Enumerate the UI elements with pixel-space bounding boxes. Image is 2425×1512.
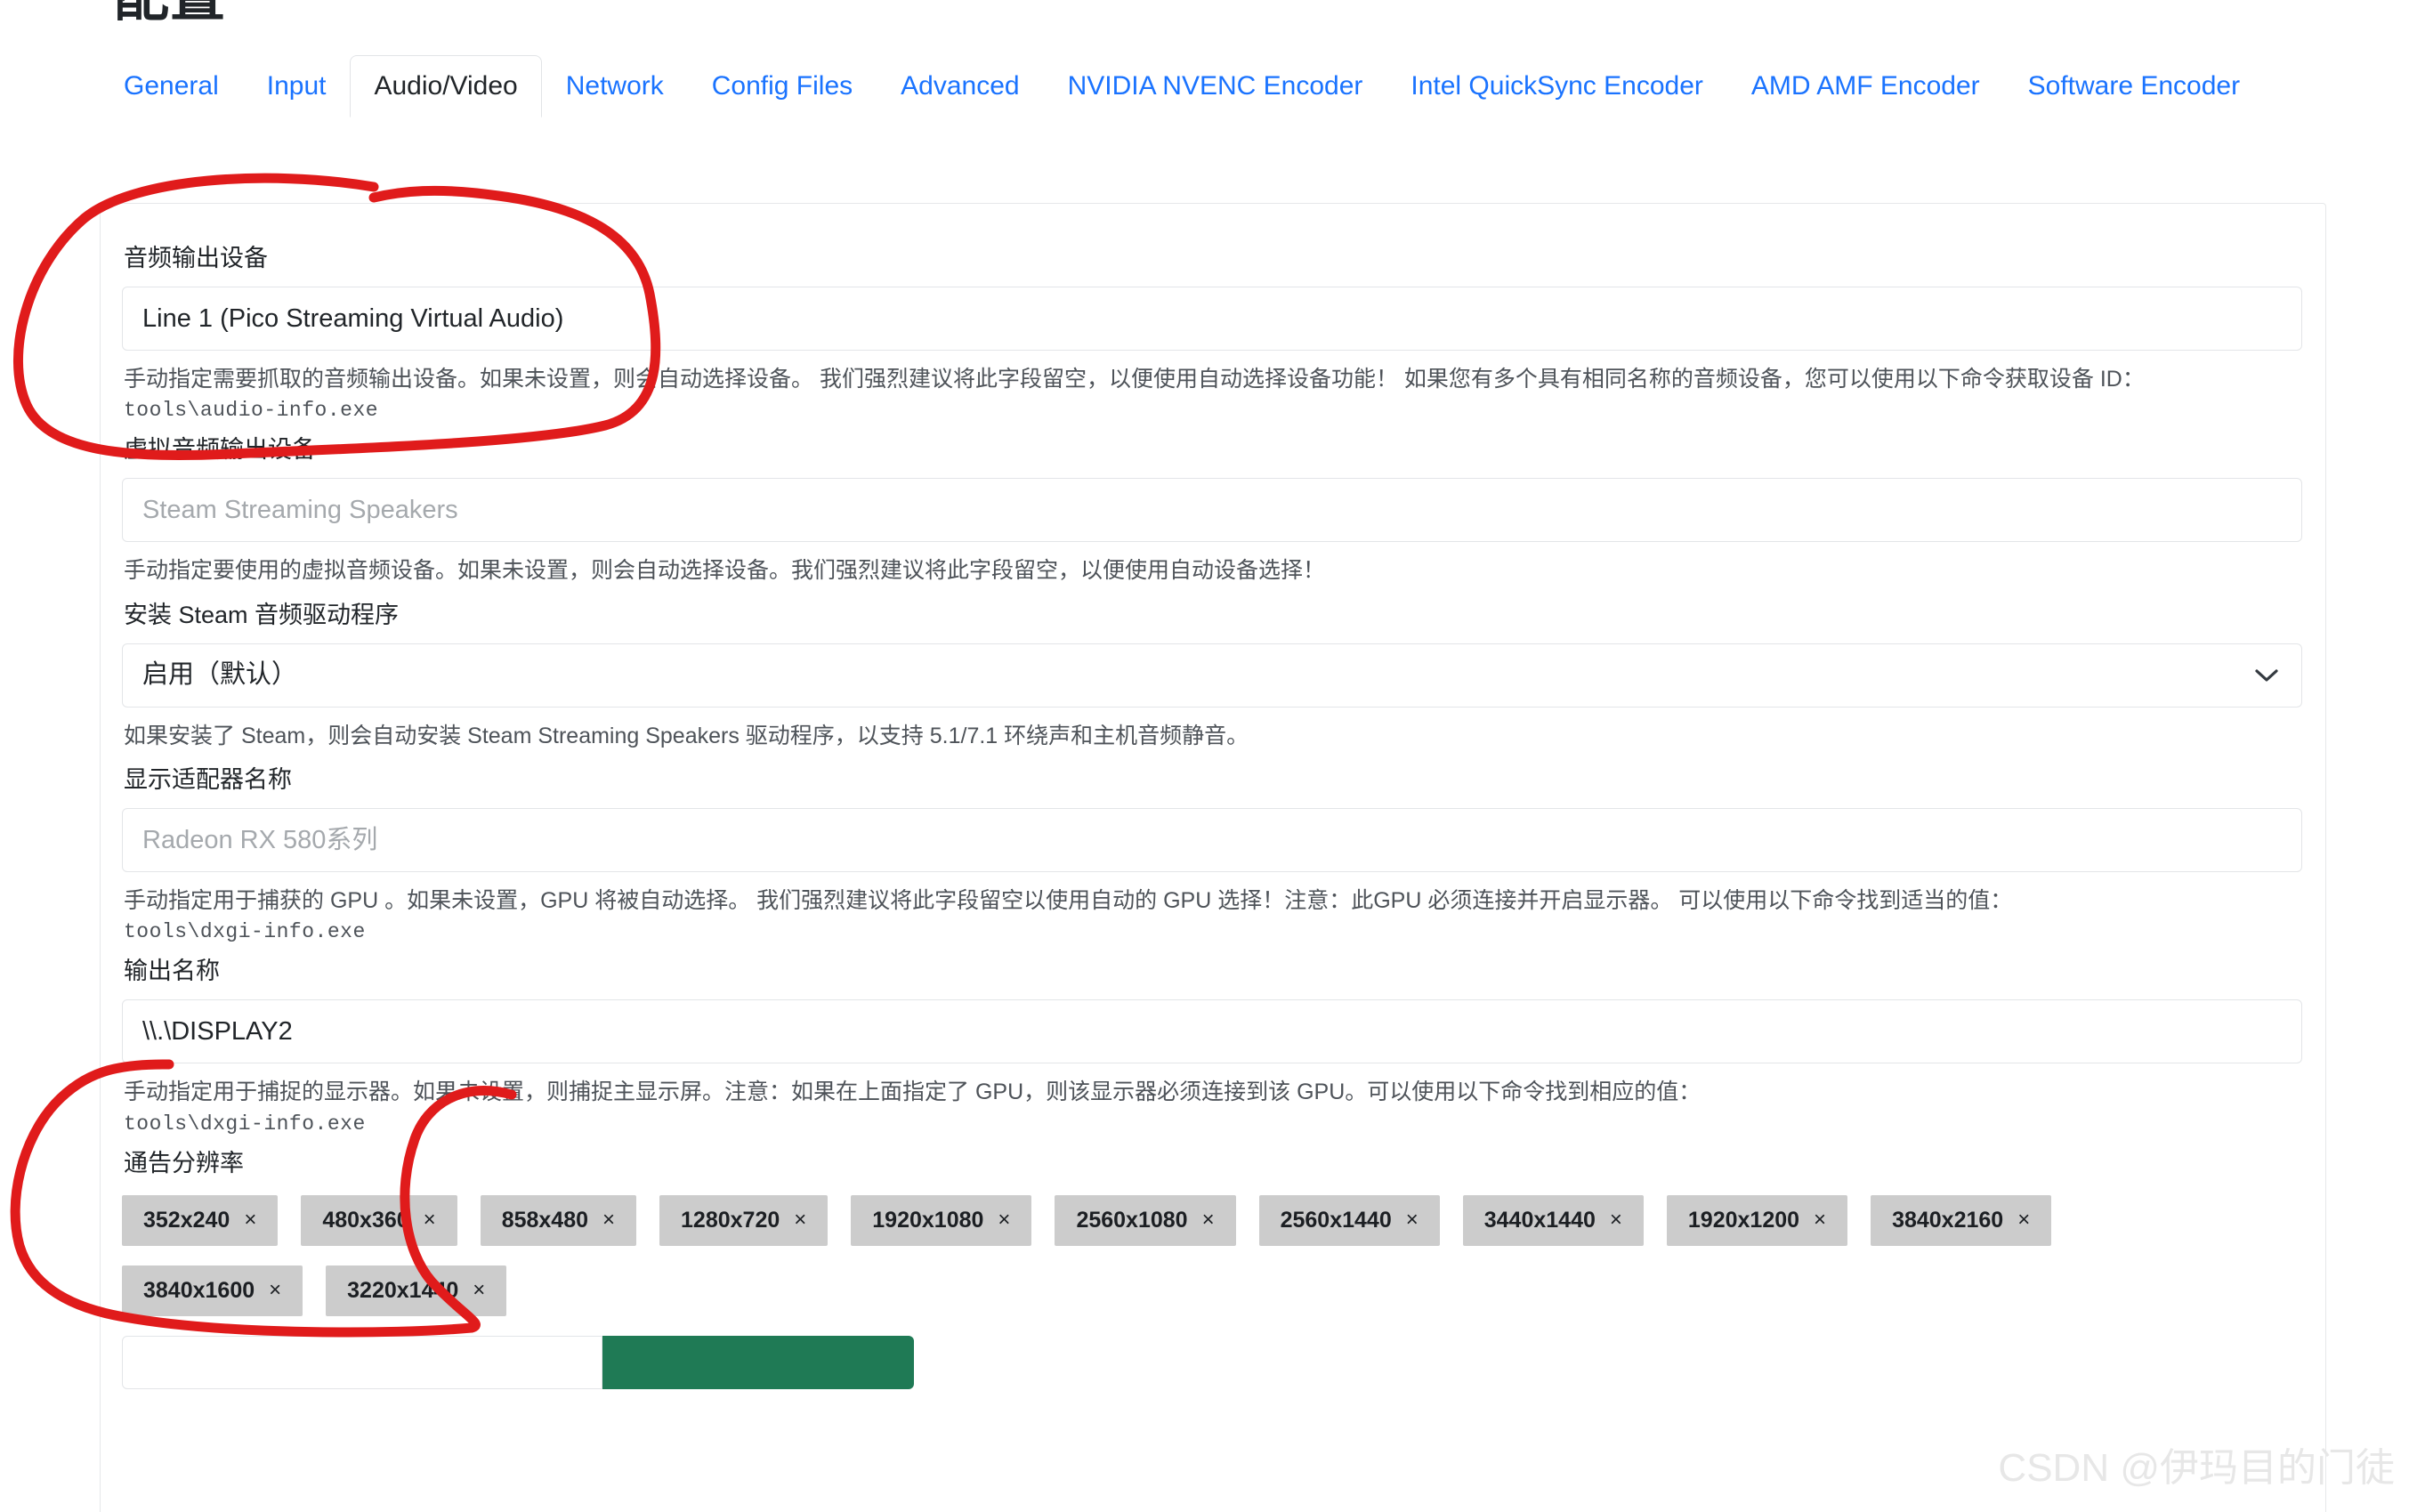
- settings-card: 音频输出设备 Line 1 (Pico Streaming Virtual Au…: [100, 203, 2326, 1512]
- resolutions-label: 通告分辨率: [124, 1149, 244, 1176]
- remove-resolution-icon[interactable]: ×: [1610, 1208, 1622, 1233]
- resolution-tag-label: 3440x1440: [1483, 1207, 1596, 1233]
- field-install-steam-driver: 安装 Steam 音频驱动程序 启用（默认） 如果安装了 Steam，则会自动安…: [122, 600, 2304, 752]
- resolution-tag[interactable]: 3220x1440 ×: [326, 1265, 507, 1316]
- resolution-tag-label: 352x240: [143, 1207, 230, 1233]
- tab-input[interactable]: Input: [243, 55, 351, 117]
- resolution-tag[interactable]: 858x480 ×: [480, 1194, 637, 1246]
- resolution-tag-label: 1280x720: [681, 1207, 780, 1233]
- install-steam-driver-value: 启用（默认）: [142, 660, 298, 690]
- virtual-sink-help: 手动指定要使用的虚拟音频设备。如果未设置，则会自动选择设备。我们强烈建议将此字段…: [124, 558, 1326, 584]
- remove-resolution-icon[interactable]: ×: [1406, 1208, 1419, 1233]
- tab-intel-quicksync-encoder[interactable]: Intel QuickSync Encoder: [1386, 55, 1727, 117]
- output-name-command: tools\dxgi-info.exe: [124, 1112, 366, 1136]
- resolution-tag-row: 3840x1600 × 3220x1440 ×: [122, 1265, 2304, 1316]
- resolution-tag[interactable]: 3440x1440 ×: [1462, 1194, 1644, 1246]
- resolution-tag-label: 858x480: [501, 1207, 589, 1233]
- resolution-tag[interactable]: 1280x720 ×: [659, 1194, 829, 1246]
- resolution-tag-label: 2560x1080: [1076, 1207, 1188, 1233]
- tab-nvidia-nvenc-encoder[interactable]: NVIDIA NVENC Encoder: [1044, 55, 1387, 117]
- resolution-tag[interactable]: 1920x1080 ×: [851, 1194, 1032, 1246]
- resolution-tag-label: 480x360: [322, 1207, 409, 1233]
- field-output-name: 输出名称 \\.\DISPLAY2 手动指定用于捕捉的显示器。如果未设置，则捕捉…: [122, 956, 2304, 1136]
- field-audio-sink: 音频输出设备 Line 1 (Pico Streaming Virtual Au…: [122, 243, 2304, 422]
- resolution-tag[interactable]: 480x360 ×: [301, 1194, 457, 1246]
- remove-resolution-icon[interactable]: ×: [424, 1208, 436, 1233]
- output-name-help: 手动指定用于捕捉的显示器。如果未设置，则捕捉主显示屏。注意：如果在上面指定了 G…: [124, 1079, 1702, 1105]
- adapter-name-command: tools\dxgi-info.exe: [124, 920, 366, 944]
- audio-sink-label: 音频输出设备: [124, 245, 268, 271]
- output-name-label: 输出名称: [124, 958, 220, 985]
- output-name-value: \\.\DISPLAY2: [142, 1016, 293, 1046]
- resolution-tag[interactable]: 1920x1200 ×: [1666, 1194, 1848, 1246]
- install-steam-driver-select[interactable]: 启用（默认）: [122, 643, 2302, 707]
- tab-bar: General Input Audio/Video Network Config…: [100, 55, 2324, 119]
- remove-resolution-icon[interactable]: ×: [602, 1208, 615, 1233]
- audio-sink-help: 手动指定需要抓取的音频输出设备。如果未设置，则会自动选择设备。 我们强烈建议将此…: [124, 367, 2145, 392]
- resolution-tag-label: 3840x2160: [1892, 1207, 2004, 1233]
- resolution-tag-label: 2560x1440: [1280, 1207, 1392, 1233]
- audio-sink-value: Line 1 (Pico Streaming Virtual Audio): [142, 303, 564, 333]
- resolution-tag-list: 352x240 × 480x360 × 858x480 × 1280x720 × 1920x10…: [122, 1194, 2304, 1316]
- remove-resolution-icon[interactable]: ×: [794, 1208, 806, 1233]
- tab-general[interactable]: General: [100, 55, 243, 117]
- add-resolution-row: [122, 1335, 2304, 1389]
- audio-sink-command: tools\audio-info.exe: [124, 399, 379, 423]
- tab-amd-amf-encoder[interactable]: AMD AMF Encoder: [1727, 55, 2004, 117]
- adapter-name-help: 手动指定用于捕获的 GPU 。如果未设置，GPU 将被自动选择。 我们强烈建议将…: [124, 888, 2013, 914]
- remove-resolution-icon[interactable]: ×: [1814, 1208, 1826, 1233]
- output-name-input[interactable]: \\.\DISPLAY2: [122, 999, 2302, 1064]
- audio-sink-input[interactable]: Line 1 (Pico Streaming Virtual Audio): [122, 287, 2302, 352]
- remove-resolution-icon[interactable]: ×: [244, 1208, 256, 1233]
- chevron-down-icon: [2255, 668, 2278, 683]
- virtual-sink-placeholder: Steam Streaming Speakers: [142, 495, 458, 524]
- remove-resolution-icon[interactable]: ×: [998, 1208, 1010, 1233]
- field-virtual-sink: 虚拟音频输出设备 Steam Streaming Speakers 手动指定要使…: [122, 434, 2304, 586]
- resolution-tag[interactable]: 2560x1080 ×: [1055, 1194, 1236, 1246]
- remove-resolution-icon[interactable]: ×: [2017, 1208, 2030, 1233]
- resolution-tag-label: 3220x1440: [347, 1277, 459, 1303]
- resolution-tag-label: 1920x1200: [1687, 1207, 1800, 1233]
- resolution-tag[interactable]: 352x240 ×: [122, 1194, 279, 1246]
- virtual-sink-input[interactable]: Steam Streaming Speakers: [122, 478, 2302, 543]
- tab-network[interactable]: Network: [542, 55, 688, 117]
- add-resolution-button[interactable]: [602, 1335, 914, 1389]
- install-steam-driver-label: 安装 Steam 音频驱动程序: [124, 601, 400, 628]
- resolution-tag[interactable]: 2560x1440 ×: [1258, 1194, 1440, 1246]
- field-adapter-name: 显示适配器名称 Radeon RX 580系列 手动指定用于捕获的 GPU 。如…: [122, 764, 2304, 943]
- resolution-tag-label: 3840x1600: [143, 1277, 255, 1303]
- add-resolution-input[interactable]: [122, 1335, 602, 1389]
- resolution-tag[interactable]: 3840x2160 ×: [1871, 1194, 2052, 1246]
- field-resolutions: 通告分辨率 352x240 × 480x360 × 858x480 × 1280x720 × 1…: [122, 1148, 2304, 1389]
- resolution-tag[interactable]: 3840x1600 ×: [122, 1265, 303, 1316]
- resolution-tag-label: 1920x1080: [872, 1207, 984, 1233]
- adapter-name-label: 显示适配器名称: [124, 766, 292, 794]
- remove-resolution-icon[interactable]: ×: [1202, 1208, 1215, 1233]
- resolution-tag-row: 352x240 × 480x360 × 858x480 × 1280x720 × 1920x10…: [122, 1194, 2304, 1246]
- remove-resolution-icon[interactable]: ×: [473, 1278, 485, 1303]
- install-steam-driver-help: 如果安装了 Steam，则会自动安装 Steam Streaming Speak…: [124, 723, 1249, 748]
- tab-software-encoder[interactable]: Software Encoder: [2004, 55, 2264, 117]
- settings-page: 配置 General Input Audio/Video Network Con…: [0, 0, 2425, 1512]
- csdn-watermark: CSDN @伊玛目的门徒: [1998, 1446, 2395, 1490]
- tab-config-files[interactable]: Config Files: [688, 55, 877, 117]
- virtual-sink-label: 虚拟音频输出设备: [124, 436, 316, 464]
- page-title: 配置: [114, 0, 226, 25]
- tab-advanced[interactable]: Advanced: [877, 55, 1043, 117]
- remove-resolution-icon[interactable]: ×: [269, 1278, 281, 1303]
- adapter-name-placeholder: Radeon RX 580系列: [142, 825, 378, 854]
- adapter-name-input[interactable]: Radeon RX 580系列: [122, 808, 2302, 873]
- tab-audio-video[interactable]: Audio/Video: [350, 55, 542, 117]
